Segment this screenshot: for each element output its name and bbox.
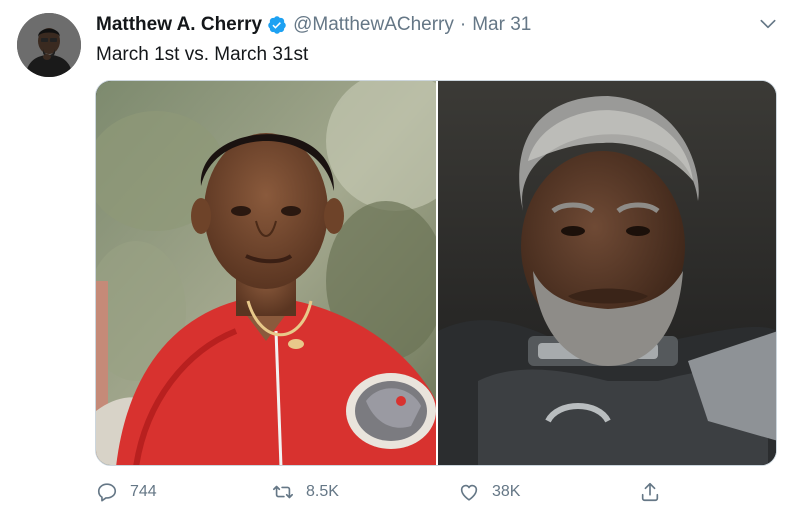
share-button[interactable] bbox=[639, 478, 661, 506]
media-grid bbox=[95, 80, 777, 466]
verified-badge-icon bbox=[267, 15, 287, 35]
tweet-header: Matthew A. Cherry @MatthewACherry · Mar … bbox=[96, 12, 531, 38]
like-button[interactable]: 38K bbox=[458, 478, 520, 506]
avatar[interactable] bbox=[17, 13, 81, 77]
retweet-count: 8.5K bbox=[306, 483, 339, 500]
reply-button[interactable]: 744 bbox=[96, 478, 157, 506]
author-name[interactable]: Matthew A. Cherry bbox=[96, 14, 262, 36]
tweet-card[interactable]: Matthew A. Cherry @MatthewACherry · Mar … bbox=[0, 0, 800, 515]
retweet-icon bbox=[273, 485, 293, 499]
share-icon bbox=[641, 482, 659, 502]
separator-dot: · bbox=[459, 14, 467, 35]
like-count: 38K bbox=[492, 483, 521, 500]
retweet-button[interactable]: 8.5K bbox=[272, 478, 339, 506]
tweet-text: March 1st vs. March 31st bbox=[96, 44, 309, 65]
reply-count: 744 bbox=[130, 483, 157, 500]
chevron-down-icon[interactable] bbox=[758, 14, 778, 34]
action-bar: 744 8.5K 38K bbox=[96, 478, 696, 506]
young-man-red-jacket-photo[interactable] bbox=[96, 81, 436, 465]
heart-icon bbox=[460, 484, 478, 501]
reply-icon bbox=[97, 483, 117, 502]
tweet-date[interactable]: Mar 31 bbox=[472, 14, 531, 36]
older-man-gray-beard-armor-photo[interactable] bbox=[438, 81, 776, 465]
avatar-image bbox=[17, 13, 81, 77]
author-handle[interactable]: @MatthewACherry bbox=[293, 14, 454, 36]
